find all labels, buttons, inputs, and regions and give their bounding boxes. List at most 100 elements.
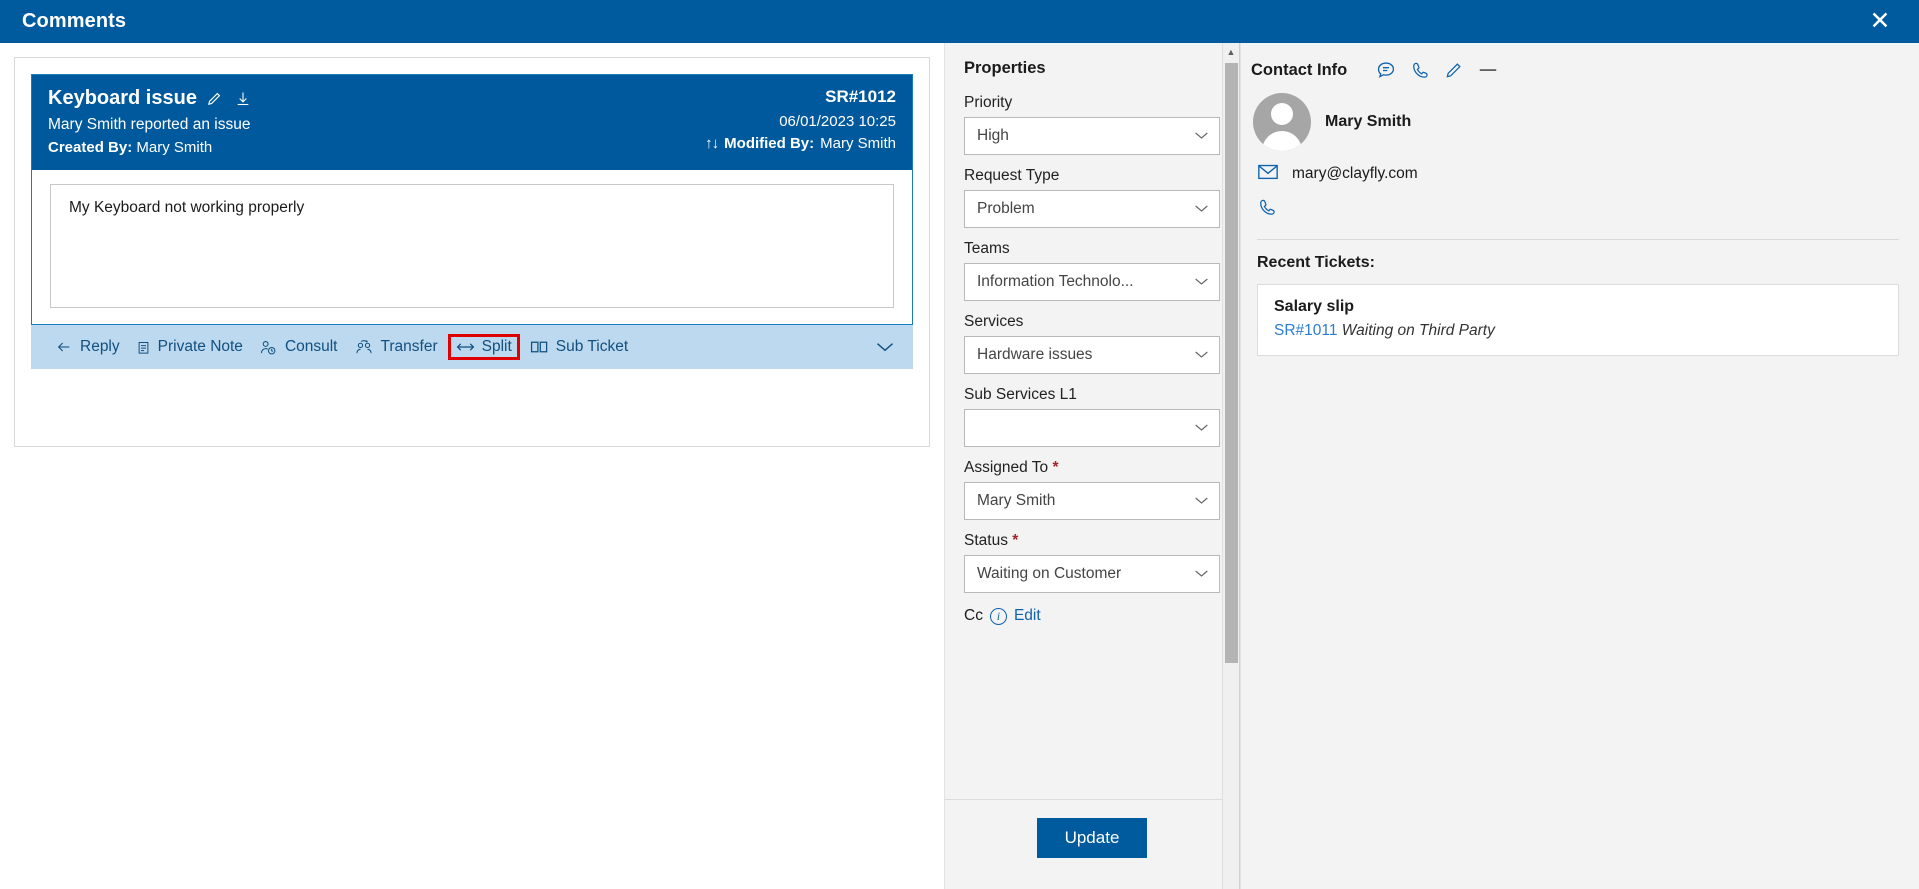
request-type-label: Request Type: [964, 167, 1220, 185]
pencil-icon[interactable]: [205, 89, 225, 109]
created-by-label: Created By:: [48, 139, 133, 156]
priority-select[interactable]: High: [964, 117, 1220, 155]
properties-scrollbar[interactable]: ▲: [1222, 43, 1239, 889]
message-body-wrapper: My Keyboard not working properly: [32, 170, 912, 324]
contact-info-title: Contact Info: [1251, 60, 1348, 79]
cc-edit-link[interactable]: Edit: [1014, 607, 1041, 625]
services-select[interactable]: Hardware issues: [964, 336, 1220, 374]
message-body: My Keyboard not working properly: [50, 184, 894, 308]
status-select[interactable]: Waiting on Customer: [964, 555, 1220, 593]
phone-icon[interactable]: [1403, 57, 1437, 83]
transfer-button[interactable]: Transfer: [346, 334, 446, 360]
priority-label-text: Priority: [964, 94, 1013, 111]
note-icon: [138, 341, 149, 354]
dialog-titlebar: Comments ✕: [0, 0, 1919, 43]
chevron-down-icon: [1194, 419, 1209, 437]
properties-scroll-area: Properties Priority High Request Type Pr…: [945, 43, 1239, 799]
recent-ticket-meta: SR#1011 Waiting on Third Party: [1274, 322, 1882, 340]
reply-button[interactable]: Reply: [47, 334, 128, 360]
services-label-text: Services: [964, 313, 1024, 330]
info-icon[interactable]: i: [989, 607, 1007, 625]
consult-button[interactable]: Consult: [251, 334, 346, 360]
page-title: Comments: [22, 10, 127, 32]
sub-services-l1-label: Sub Services L1: [964, 386, 1220, 404]
comments-dialog: Comments ✕ Keyboard issue Mary Smith rep…: [0, 0, 1919, 889]
recent-ticket-id[interactable]: SR#1011: [1274, 322, 1337, 339]
chevron-down-icon: [1194, 346, 1209, 364]
comments-column: Keyboard issue Mary Smith reported an is…: [0, 43, 944, 889]
request-type-label-text: Request Type: [964, 167, 1060, 184]
split-button[interactable]: Split: [447, 334, 520, 360]
message-title-row: Keyboard issue: [48, 87, 253, 110]
priority-label: Priority: [964, 94, 1220, 112]
ticket-id: SR#1012: [825, 87, 896, 106]
request-type-select[interactable]: Problem: [964, 190, 1220, 228]
sub-ticket-label: Sub Ticket: [555, 338, 629, 355]
message-created-by: Created By: Mary Smith: [48, 139, 253, 156]
scroll-up-icon[interactable]: ▲: [1223, 43, 1239, 60]
teams-value: Information Technolo...: [977, 273, 1134, 290]
cc-row: Cc i Edit: [964, 607, 1220, 625]
sub-services-l1-label-text: Sub Services L1: [964, 386, 1077, 403]
recent-ticket-title: Salary slip: [1274, 298, 1355, 315]
private-note-button[interactable]: Private Note: [128, 334, 251, 360]
contact-divider: [1257, 239, 1899, 240]
priority-value: High: [977, 127, 1009, 144]
sub-ticket-button[interactable]: Sub Ticket: [522, 334, 636, 360]
chevron-down-icon[interactable]: [875, 341, 899, 353]
assigned-to-label: Assigned To *: [964, 459, 1220, 477]
teams-label-text: Teams: [964, 240, 1010, 257]
contact-phone-row[interactable]: [1253, 191, 1899, 229]
download-icon[interactable]: [233, 89, 253, 109]
contact-info-body: Mary Smith mary@clayfly.com Recent Ticke…: [1241, 93, 1919, 356]
recent-ticket-status: Waiting on Third Party: [1341, 322, 1495, 339]
split-label: Split: [481, 338, 512, 355]
status-label-text: Status: [964, 532, 1008, 549]
pencil-icon[interactable]: [1437, 57, 1471, 83]
message-modified-by: ↑↓ Modified By: Mary Smith: [705, 135, 896, 152]
close-icon[interactable]: ✕: [1863, 5, 1897, 39]
chevron-down-icon: [1194, 565, 1209, 583]
assigned-to-value: Mary Smith: [977, 492, 1056, 509]
sub-services-l1-select[interactable]: [964, 409, 1220, 447]
contact-email-row[interactable]: mary@clayfly.com: [1253, 157, 1899, 191]
dialog-body: Keyboard issue Mary Smith reported an is…: [0, 43, 1919, 889]
status-value: Waiting on Customer: [977, 565, 1122, 582]
properties-footer: Update: [945, 799, 1239, 889]
chat-icon[interactable]: [1369, 57, 1403, 83]
message-action-toolbar: Reply Private Note Consult Transfer Spli…: [31, 325, 913, 369]
request-type-value: Problem: [977, 200, 1035, 217]
phone-icon: [1257, 197, 1277, 223]
required-marker: *: [1052, 459, 1059, 476]
modified-by-label: Modified By:: [724, 135, 815, 152]
properties-panel: Properties Priority High Request Type Pr…: [944, 43, 1240, 889]
update-button[interactable]: Update: [1037, 818, 1147, 858]
people-transfer-icon: [355, 339, 372, 353]
recent-tickets-label: Recent Tickets:: [1257, 254, 1375, 271]
chevron-down-icon: [1194, 200, 1209, 218]
chevron-down-icon: [1194, 127, 1209, 145]
teams-select[interactable]: Information Technolo...: [964, 263, 1220, 301]
transfer-label: Transfer: [380, 338, 438, 355]
services-label: Services: [964, 313, 1220, 331]
envelope-icon: [1257, 163, 1279, 185]
assigned-to-select[interactable]: Mary Smith: [964, 482, 1220, 520]
contact-email-value[interactable]: mary@clayfly.com: [1292, 165, 1418, 183]
scrollbar-thumb[interactable]: [1225, 63, 1238, 663]
message-block: Keyboard issue Mary Smith reported an is…: [31, 74, 913, 325]
columns-icon: [530, 341, 548, 353]
minimize-icon[interactable]: [1471, 57, 1505, 83]
recent-ticket-item[interactable]: Salary slip SR#1011 Waiting on Third Par…: [1257, 284, 1899, 356]
split-arrows-icon: [456, 343, 474, 351]
reply-label: Reply: [80, 338, 120, 355]
chevron-down-icon: [1194, 492, 1209, 510]
message-header-left: Keyboard issue Mary Smith reported an is…: [48, 87, 253, 156]
thread-card: Keyboard issue Mary Smith reported an is…: [14, 57, 930, 447]
back-arrow-icon: [57, 342, 70, 352]
contact-info-panel: Contact Info Mary Smith mary@clayfly.com…: [1240, 43, 1919, 889]
sort-arrows-icon[interactable]: ↑↓: [705, 135, 719, 152]
properties-title: Properties: [964, 59, 1046, 77]
contact-person-row: Mary Smith: [1253, 93, 1899, 151]
message-subtitle: Mary Smith reported an issue: [48, 116, 251, 133]
cc-label: Cc: [964, 607, 983, 624]
